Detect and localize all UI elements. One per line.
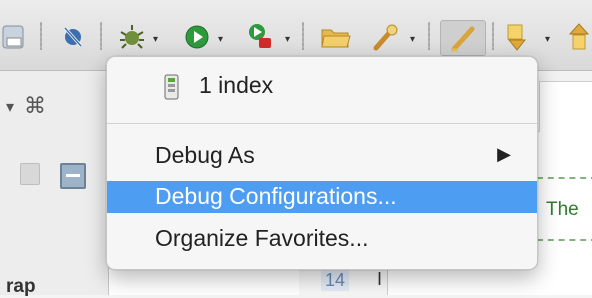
close-view-icon[interactable]: ⌘ xyxy=(24,93,46,119)
text-cursor: I xyxy=(377,269,383,289)
next-annotation-icon[interactable] xyxy=(500,20,534,54)
menu-separator xyxy=(107,123,537,124)
toolbar-separator xyxy=(492,22,494,50)
menu-item-debug-configurations[interactable]: Debug Configurations... xyxy=(107,181,537,213)
menu-item-recent-launch[interactable]: 1 index xyxy=(107,70,537,106)
debug-icon[interactable] xyxy=(112,20,152,54)
toolbar-separator xyxy=(302,22,304,50)
comment-dash-line xyxy=(537,177,592,179)
launch-file-icon xyxy=(163,73,181,107)
menu-item-organize-favorites[interactable]: Organize Favorites... xyxy=(107,223,537,255)
previous-annotation-icon[interactable] xyxy=(566,20,592,54)
next-annotation-dropdown[interactable]: ▾ xyxy=(545,34,550,45)
editor-comment-text: The xyxy=(546,199,579,220)
submenu-arrow-icon: ▶ xyxy=(497,144,511,164)
collapse-all-icon[interactable] xyxy=(60,163,86,189)
left-view-panel: ▾ ⌘ rap xyxy=(0,71,109,297)
view-menu-chevron-icon[interactable]: ▾ xyxy=(6,97,14,117)
highlight-icon[interactable] xyxy=(440,20,486,56)
debug-dropdown-menu: 1 index Debug As ▶ Debug Configurations.… xyxy=(106,56,538,270)
comment-dash-line xyxy=(537,239,592,241)
debug-dropdown[interactable]: ▾ xyxy=(153,34,158,45)
search-icon[interactable] xyxy=(366,20,406,54)
open-folder-icon[interactable] xyxy=(316,20,356,54)
line-number: 14 xyxy=(321,270,350,291)
editor-tab[interactable] xyxy=(539,81,592,132)
menu-item-label: Debug As xyxy=(155,142,255,168)
toolbar-separator xyxy=(40,22,42,50)
toolbar-separator xyxy=(428,22,430,50)
menu-item-debug-as[interactable]: Debug As ▶ xyxy=(107,140,537,172)
skip-breakpoints-icon[interactable] xyxy=(56,20,90,54)
menu-item-label: 1 index xyxy=(199,72,274,98)
run-icon[interactable] xyxy=(178,20,216,54)
server-icon[interactable] xyxy=(0,20,28,54)
menu-item-label: Organize Favorites... xyxy=(155,225,369,251)
menu-item-label: Debug Configurations... xyxy=(155,183,397,209)
run-dropdown[interactable]: ▾ xyxy=(218,34,223,45)
run-external-tool-icon[interactable] xyxy=(240,20,280,54)
document-icon[interactable] xyxy=(20,163,40,185)
search-dropdown[interactable]: ▾ xyxy=(410,34,415,45)
external-tool-dropdown[interactable]: ▾ xyxy=(285,34,290,45)
toolbar-separator xyxy=(100,22,102,50)
